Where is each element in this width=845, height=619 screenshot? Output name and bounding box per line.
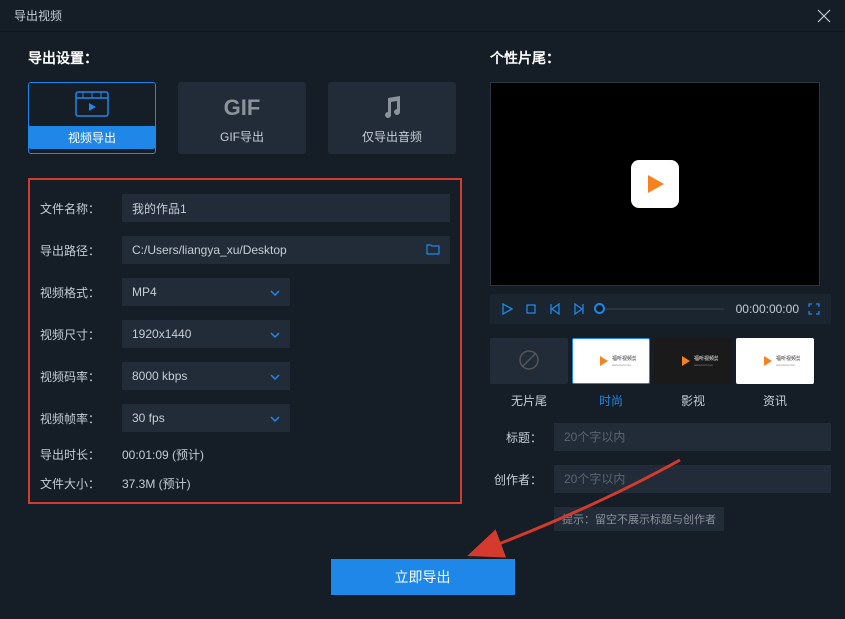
stop-icon[interactable] [522, 300, 540, 318]
bitrate-label: 视频码率： [40, 368, 122, 385]
chevron-down-icon [270, 327, 280, 341]
next-icon[interactable] [570, 300, 588, 318]
bitrate-select[interactable]: 8000 kbps [122, 362, 290, 390]
fullscreen-icon[interactable] [805, 300, 823, 318]
tail-section-title: 个性片尾： [490, 48, 831, 68]
play-icon[interactable] [498, 300, 516, 318]
path-value: C:/Users/liangya_xu/Desktop [132, 243, 287, 257]
tail-label-none: 无片尾 [490, 392, 568, 409]
tail-author-input[interactable] [554, 465, 831, 493]
format-select[interactable]: MP4 [122, 278, 290, 306]
tail-hint-text: 提示：留空不展示标题与创作者 [554, 507, 724, 531]
prev-icon[interactable] [546, 300, 564, 318]
player-controls: 00:00:00:00 [490, 294, 831, 324]
gif-icon: GIF [224, 92, 261, 124]
close-icon[interactable] [817, 9, 831, 23]
svg-text:www.foxit.com: www.foxit.com [776, 363, 796, 367]
svg-text:www.foxit.com: www.foxit.com [694, 363, 714, 367]
svg-text:福听视频剪辑: 福听视频剪辑 [694, 355, 718, 362]
fps-select[interactable]: 30 fps [122, 404, 290, 432]
svg-text:www.foxit.com: www.foxit.com [612, 363, 632, 367]
path-label: 导出路径： [40, 242, 122, 259]
seek-bar[interactable] [594, 308, 724, 310]
tail-author-label: 创作者： [490, 471, 554, 488]
folder-icon[interactable] [426, 243, 440, 258]
fps-label: 视频帧率： [40, 410, 122, 427]
preview-area [490, 82, 820, 286]
size-label: 视频尺寸： [40, 326, 122, 343]
tail-title-input[interactable] [554, 423, 831, 451]
tab-video-label: 视频导出 [29, 126, 155, 149]
chevron-down-icon [270, 285, 280, 299]
music-note-icon [382, 92, 402, 124]
tail-option-movie[interactable]: 福听视频剪辑www.foxit.com [654, 338, 732, 384]
filesize-value: 37.3M (预计) [122, 475, 191, 492]
filename-input[interactable] [122, 194, 450, 222]
seek-thumb[interactable] [594, 303, 605, 314]
tail-label-news: 资讯 [736, 392, 814, 409]
preview-logo-icon [631, 160, 679, 208]
size-select[interactable]: 1920x1440 [122, 320, 290, 348]
svg-text:福听视频剪辑: 福听视频剪辑 [776, 355, 800, 362]
none-icon [518, 349, 540, 374]
tail-title-label: 标题： [490, 429, 554, 446]
export-settings-title: 导出设置： [28, 48, 462, 68]
settings-highlight-box: 文件名称： 导出路径： C:/Users/liangya_xu/Desktop … [28, 178, 462, 504]
chevron-down-icon [270, 411, 280, 425]
tail-option-news[interactable]: 福听视频剪辑www.foxit.com [736, 338, 814, 384]
tab-audio-export[interactable]: 仅导出音频 [328, 82, 456, 154]
filename-label: 文件名称： [40, 200, 122, 217]
timecode-display: 00:00:00:00 [736, 302, 799, 316]
window-title: 导出视频 [14, 7, 62, 24]
tail-label-fashion: 时尚 [572, 392, 650, 409]
filesize-label: 文件大小： [40, 475, 122, 492]
tail-option-fashion[interactable]: 福听视频剪辑www.foxit.com [572, 338, 650, 384]
tail-option-none[interactable] [490, 338, 568, 384]
tab-video-export[interactable]: 视频导出 [28, 82, 156, 154]
video-export-icon [75, 88, 109, 120]
tab-audio-label: 仅导出音频 [362, 128, 422, 145]
tab-gif-export[interactable]: GIF GIF导出 [178, 82, 306, 154]
format-label: 视频格式： [40, 284, 122, 301]
svg-text:福听视频剪辑: 福听视频剪辑 [612, 355, 636, 362]
tail-label-movie: 影视 [654, 392, 732, 409]
chevron-down-icon [270, 369, 280, 383]
duration-value: 00:01:09 (预计) [122, 446, 204, 463]
export-button[interactable]: 立即导出 [331, 559, 515, 595]
duration-label: 导出时长： [40, 446, 122, 463]
tab-gif-label: GIF导出 [220, 128, 264, 145]
